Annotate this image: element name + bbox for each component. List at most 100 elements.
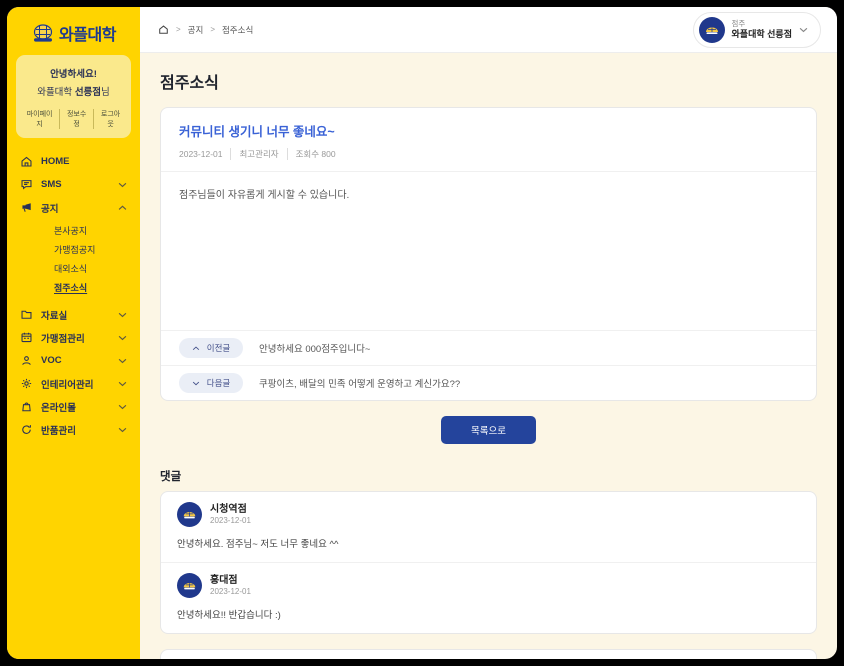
content-area: 점주소식 커뮤니티 생기니 너무 좋네요~ 2023-12-01 최고관리자 조… (140, 53, 837, 659)
comments-heading: 댓글 (160, 468, 817, 484)
greeting-line2: 와플대학 선릉점님 (20, 84, 127, 98)
prev-post-label: 이전글 (207, 342, 230, 354)
breadcrumb: > 공지 > 점주소식 (158, 24, 253, 36)
prev-post-title[interactable]: 안녕하세요 000점주입니다~ (259, 341, 370, 355)
profile-role: 점주 (732, 19, 792, 28)
gear-icon (20, 377, 33, 390)
megaphone-icon (20, 201, 33, 214)
calendar-icon (20, 331, 33, 344)
chevron-up-icon (192, 346, 200, 351)
chevron-down-icon (118, 182, 127, 188)
comment-header: 시청역점 2023-12-01 (177, 502, 800, 527)
sidebar-item-online-mall[interactable]: 온라인몰 (20, 395, 127, 418)
comment-input-card (160, 649, 817, 659)
home-icon (20, 155, 33, 168)
sidebar-item-home[interactable]: HOME (20, 150, 127, 173)
chevron-down-icon (192, 381, 200, 386)
comment-author: 홍대점 (210, 574, 251, 587)
next-post-title[interactable]: 쿠팡이츠, 배달의 민족 어떻게 운영하고 계신가요?? (259, 376, 460, 390)
greeting-card: 안녕하세요! 와플대학 선릉점님 마이페이지 정보수정 로그아웃 (16, 55, 131, 138)
mypage-link[interactable]: 마이페이지 (20, 109, 59, 129)
sidebar-item-label: 자료실 (41, 308, 110, 322)
sidebar: 와플대학 안녕하세요! 와플대학 선릉점님 마이페이지 정보수정 로그아웃 HO… (7, 7, 140, 659)
page-title: 점주소식 (160, 69, 817, 93)
greeting-line1: 안녕하세요! (20, 66, 127, 80)
comment-author-block: 홍대점 2023-12-01 (210, 574, 251, 597)
chevron-down-icon (118, 404, 127, 410)
comment-header: 홍대점 2023-12-01 (177, 573, 800, 598)
sidebar-menu: HOME SMS 공지 본사공지 가맹점공지 대외소식 점주소식 자료실 (7, 150, 140, 441)
brand-logo[interactable]: 와플대학 (7, 19, 140, 55)
sidebar-item-voc[interactable]: VOC (20, 349, 127, 372)
chevron-down-icon (118, 427, 127, 433)
greeting-brand: 와플대학 (37, 87, 75, 98)
comment-text: 안녕하세요. 점주님~ 저도 너무 좋네요 ^^ (177, 536, 800, 550)
sidebar-item-label: SMS (41, 179, 110, 190)
sidebar-item-label: 가맹점관리 (41, 331, 110, 345)
list-button-row: 목록으로 (160, 416, 817, 444)
sidebar-item-label: 반품관리 (41, 423, 110, 437)
sidebar-item-notice[interactable]: 공지 (20, 196, 127, 219)
sidebar-item-label: 인테리어관리 (41, 377, 110, 391)
prev-post-pill[interactable]: 이전글 (179, 338, 243, 358)
post-title: 커뮤니티 생기니 너무 좋네요~ (179, 121, 798, 140)
submenu-item-external-news[interactable]: 대외소식 (54, 259, 127, 278)
comment-item: 시청역점 2023-12-01 안녕하세요. 점주님~ 저도 너무 좋네요 ^^ (161, 492, 816, 562)
profile-menu[interactable]: 점주 와플대학 선릉점 (693, 12, 821, 48)
submenu-item-owner-news[interactable]: 점주소식 (54, 278, 127, 297)
back-to-list-button[interactable]: 목록으로 (441, 416, 536, 444)
post-date: 2023-12-01 (179, 149, 230, 159)
breadcrumb-separator: > (210, 25, 215, 34)
post-view-count: 조회수 800 (287, 148, 344, 160)
chevron-down-icon (799, 27, 808, 33)
profile-texts: 점주 와플대학 선릉점 (732, 19, 792, 40)
sidebar-item-franchise-management[interactable]: 가맹점관리 (20, 326, 127, 349)
chevron-down-icon (118, 312, 127, 318)
comment-text: 안녕하세요!! 반갑습니다 :) (177, 607, 800, 621)
app-window: 와플대학 안녕하세요! 와플대학 선릉점님 마이페이지 정보수정 로그아웃 HO… (7, 7, 837, 659)
submenu-item-hq-notice[interactable]: 본사공지 (54, 221, 127, 240)
profile-name: 와플대학 선릉점 (732, 29, 792, 40)
refresh-icon (20, 423, 33, 436)
next-post-label: 다음글 (207, 377, 230, 389)
greeting-store-name: 선릉점 (75, 87, 101, 98)
brand-logo-text: 와플대학 (59, 21, 116, 45)
breadcrumb-home-icon[interactable] (158, 24, 169, 35)
edit-info-link[interactable]: 정보수정 (59, 109, 93, 129)
avatar (177, 502, 202, 527)
comments-card: 시청역점 2023-12-01 안녕하세요. 점주님~ 저도 너무 좋네요 ^^ (160, 491, 817, 634)
notice-submenu: 본사공지 가맹점공지 대외소식 점주소식 (20, 219, 127, 303)
logout-link[interactable]: 로그아웃 (93, 109, 127, 129)
breadcrumb-item-notice[interactable]: 공지 (188, 24, 204, 36)
comment-author: 시청역점 (210, 503, 251, 516)
waffle-logo-icon (31, 23, 55, 43)
chat-icon (20, 178, 33, 191)
breadcrumb-item-owner-news[interactable]: 점주소식 (222, 24, 253, 36)
sidebar-item-label: VOC (41, 355, 110, 366)
submenu-item-franchise-notice[interactable]: 가맹점공지 (54, 240, 127, 259)
greeting-suffix: 님 (101, 87, 110, 98)
sidebar-item-returns[interactable]: 반품관리 (20, 418, 127, 441)
sidebar-item-label: 공지 (41, 201, 110, 215)
chevron-down-icon (118, 335, 127, 341)
post-author: 최고관리자 (230, 148, 286, 160)
breadcrumb-separator: > (176, 25, 181, 34)
post-header: 커뮤니티 생기니 너무 좋네요~ 2023-12-01 최고관리자 조회수 80… (161, 108, 816, 172)
sidebar-item-library[interactable]: 자료실 (20, 303, 127, 326)
avatar (177, 573, 202, 598)
comment-date: 2023-12-01 (210, 516, 251, 526)
prev-post-row[interactable]: 이전글 안녕하세요 000점주입니다~ (161, 330, 816, 365)
comment-item: 홍대점 2023-12-01 안녕하세요!! 반갑습니다 :) (161, 562, 816, 633)
chevron-down-icon (118, 381, 127, 387)
next-post-pill[interactable]: 다음글 (179, 373, 243, 393)
sidebar-item-label: 온라인몰 (41, 400, 110, 414)
next-post-row[interactable]: 다음글 쿠팡이츠, 배달의 민족 어떻게 운영하고 계신가요?? (161, 365, 816, 400)
sidebar-item-label: HOME (41, 156, 127, 167)
post-meta: 2023-12-01 최고관리자 조회수 800 (179, 148, 798, 160)
sidebar-item-sms[interactable]: SMS (20, 173, 127, 196)
sidebar-item-interior[interactable]: 인테리어관리 (20, 372, 127, 395)
post-body: 점주님들이 자유롭게 게시할 수 있습니다. (161, 172, 816, 330)
avatar (699, 17, 725, 43)
chevron-up-icon (118, 205, 127, 211)
comment-author-block: 시청역점 2023-12-01 (210, 503, 251, 526)
